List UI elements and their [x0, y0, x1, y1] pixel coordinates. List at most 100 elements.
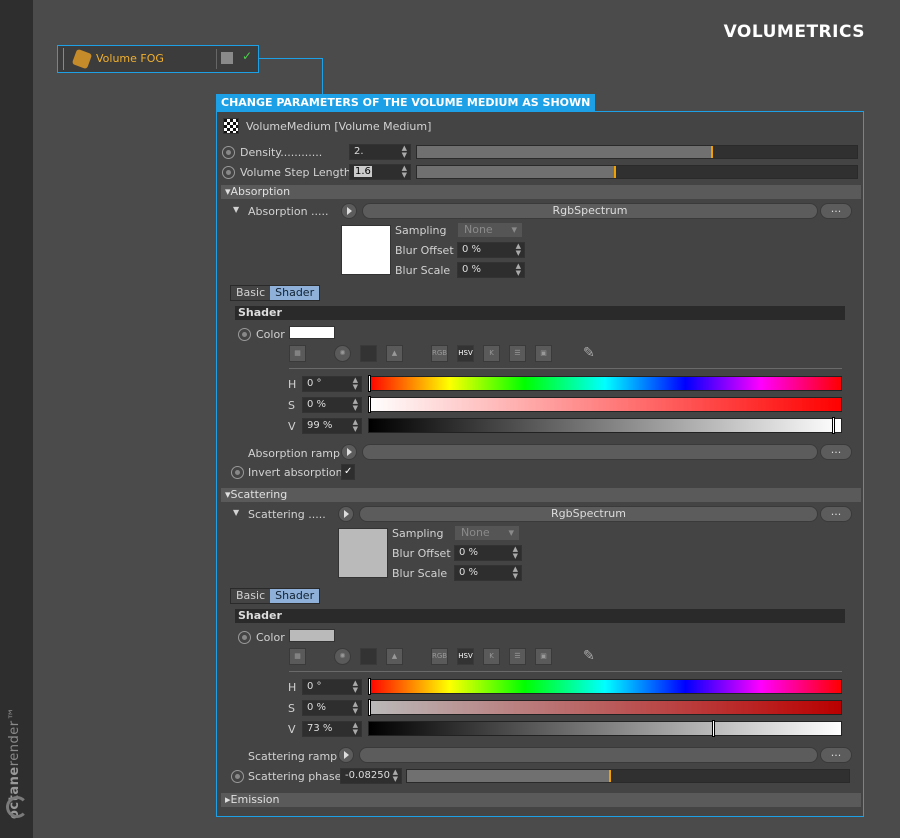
- mixer-icon[interactable]: ☰: [509, 345, 526, 362]
- scattering-more-button[interactable]: ...: [820, 506, 852, 522]
- sca-blur-scale-field[interactable]: 0 % ▲ ▼: [454, 565, 522, 581]
- sca-color-anim-toggle[interactable]: [238, 631, 251, 644]
- kelvin-mode-button[interactable]: K: [483, 648, 500, 665]
- color-wheel-icon[interactable]: ✺: [334, 648, 351, 665]
- fog-object-icon: [71, 48, 93, 70]
- phase-slider-handle[interactable]: [609, 770, 612, 782]
- abs-val-slider[interactable]: [368, 417, 842, 434]
- abs-sampling-dropdown[interactable]: None ▾: [457, 222, 523, 238]
- color-wheel-icon[interactable]: ✺: [334, 345, 351, 362]
- scattering-spectrum-button[interactable]: RgbSpectrum: [359, 506, 818, 522]
- emission-section-header[interactable]: ▸Emission: [221, 793, 861, 807]
- picker-mode-icon[interactable]: ▦: [289, 345, 306, 362]
- octane-logo-icon: [6, 796, 28, 818]
- rgb-mode-button[interactable]: RGB: [431, 345, 448, 362]
- page-title: VOLUMETRICS: [723, 22, 865, 42]
- density-slider-handle[interactable]: [710, 146, 713, 158]
- density-anim-toggle[interactable]: [222, 146, 235, 159]
- mixer-icon[interactable]: ☰: [509, 648, 526, 665]
- abs-hue-slider[interactable]: [368, 375, 842, 392]
- scattering-section-header[interactable]: ▾Scattering: [221, 488, 861, 502]
- abs-color-anim-toggle[interactable]: [238, 328, 251, 341]
- scattering-phase-slider[interactable]: [406, 769, 850, 783]
- sca-blur-offset-field[interactable]: 0 % ▲ ▼: [454, 545, 522, 561]
- swatches-icon[interactable]: ▣: [535, 648, 552, 665]
- volume-fog-node[interactable]: Volume FOG ✓: [57, 45, 259, 73]
- abs-s-field[interactable]: 0 % ▲ ▼: [302, 397, 362, 413]
- swatches-icon[interactable]: ▣: [535, 345, 552, 362]
- abs-v-field[interactable]: 99 % ▲ ▼: [302, 418, 362, 434]
- node-separator: [216, 49, 217, 69]
- enabled-check-icon[interactable]: ✓: [242, 49, 252, 63]
- sca-val-slider[interactable]: [368, 720, 842, 737]
- absorption-link-button[interactable]: [341, 203, 357, 219]
- invert-anim-toggle[interactable]: [231, 466, 244, 479]
- absorption-expand-icon[interactable]: ▼: [233, 205, 239, 214]
- abs-ramp-more-button[interactable]: ...: [820, 444, 852, 460]
- sca-ramp-more-button[interactable]: ...: [820, 747, 852, 763]
- sca-ramp-link-button[interactable]: [338, 747, 354, 763]
- material-tag-icon[interactable]: [221, 52, 233, 64]
- sca-hue-handle[interactable]: [368, 678, 371, 695]
- sca-val-handle[interactable]: [711, 720, 715, 737]
- abs-blur-offset-label: Blur Offset: [395, 244, 454, 257]
- image-picker-icon[interactable]: ▲: [386, 648, 403, 665]
- absorption-spectrum-button[interactable]: RgbSpectrum: [362, 203, 818, 219]
- sca-sat-handle[interactable]: [368, 699, 371, 716]
- absorption-section-header[interactable]: ▾Absorption: [221, 185, 861, 199]
- sca-sat-slider[interactable]: [368, 699, 842, 716]
- sca-hue-slider[interactable]: [368, 678, 842, 695]
- scattering-phase-field[interactable]: -0.08250 ▲ ▼: [340, 768, 402, 784]
- abs-val-handle[interactable]: [832, 417, 836, 434]
- hsv-mode-button[interactable]: HSV: [457, 345, 474, 362]
- sca-sampling-dropdown[interactable]: None ▾: [454, 525, 520, 541]
- scattering-phase-label: Scattering phase: [248, 770, 342, 783]
- abs-h-label: H: [288, 378, 297, 391]
- abs-h-field[interactable]: 0 ° ▲ ▼: [302, 376, 362, 392]
- eyedropper-icon[interactable]: ✎: [583, 345, 595, 361]
- node-label: Volume FOG: [96, 52, 164, 65]
- color-square-icon[interactable]: [360, 345, 377, 362]
- abs-sat-slider[interactable]: [368, 396, 842, 413]
- sca-color-swatch[interactable]: [289, 629, 335, 642]
- rgb-mode-button[interactable]: RGB: [431, 648, 448, 665]
- step-slider-handle[interactable]: [614, 166, 616, 178]
- scattering-link-button[interactable]: [338, 506, 354, 522]
- abs-blur-scale-field[interactable]: 0 % ▲ ▼: [457, 262, 525, 278]
- density-field[interactable]: 2. ▲ ▼: [349, 144, 411, 160]
- color-square-icon[interactable]: [360, 648, 377, 665]
- instruction-banner: CHANGE PARAMETERS OF THE VOLUME MEDIUM A…: [216, 94, 596, 111]
- abs-s-label: S: [288, 399, 295, 412]
- scattering-expand-icon[interactable]: ▼: [233, 508, 239, 517]
- abs-ramp-link-button[interactable]: [341, 444, 357, 460]
- abs-hue-handle[interactable]: [368, 375, 371, 392]
- abs-color-swatch[interactable]: [289, 326, 335, 339]
- tab-basic[interactable]: Basic: [231, 589, 270, 603]
- kelvin-mode-button[interactable]: K: [483, 345, 500, 362]
- tab-shader[interactable]: Shader: [270, 286, 320, 300]
- abs-ramp-button[interactable]: [362, 444, 818, 460]
- eyedropper-icon[interactable]: ✎: [583, 648, 595, 664]
- step-field[interactable]: 1.6 ▲ ▼: [349, 164, 411, 180]
- sca-s-field[interactable]: 0 % ▲ ▼: [302, 700, 362, 716]
- abs-ramp-label: Absorption ramp: [248, 447, 341, 460]
- checker-material-icon: [223, 118, 239, 134]
- sca-v-field[interactable]: 73 % ▲ ▼: [302, 721, 362, 737]
- abs-blur-offset-field[interactable]: 0 % ▲ ▼: [457, 242, 525, 258]
- step-slider[interactable]: [416, 165, 858, 179]
- picker-mode-icon[interactable]: ▦: [289, 648, 306, 665]
- tab-shader[interactable]: Shader: [270, 589, 320, 603]
- image-picker-icon[interactable]: ▲: [386, 345, 403, 362]
- step-anim-toggle[interactable]: [222, 166, 235, 179]
- density-slider[interactable]: [416, 145, 858, 159]
- absorption-more-button[interactable]: ...: [820, 203, 852, 219]
- phase-anim-toggle[interactable]: [231, 770, 244, 783]
- sca-ramp-button[interactable]: [359, 747, 818, 763]
- medium-name: VolumeMedium [Volume Medium]: [246, 120, 432, 133]
- sca-h-field[interactable]: 0 ° ▲ ▼: [302, 679, 362, 695]
- abs-sat-handle[interactable]: [368, 396, 371, 413]
- invert-absorption-checkbox[interactable]: ✓: [341, 464, 355, 480]
- abs-color-label: Color: [256, 328, 285, 341]
- hsv-mode-button[interactable]: HSV: [457, 648, 474, 665]
- tab-basic[interactable]: Basic: [231, 286, 270, 300]
